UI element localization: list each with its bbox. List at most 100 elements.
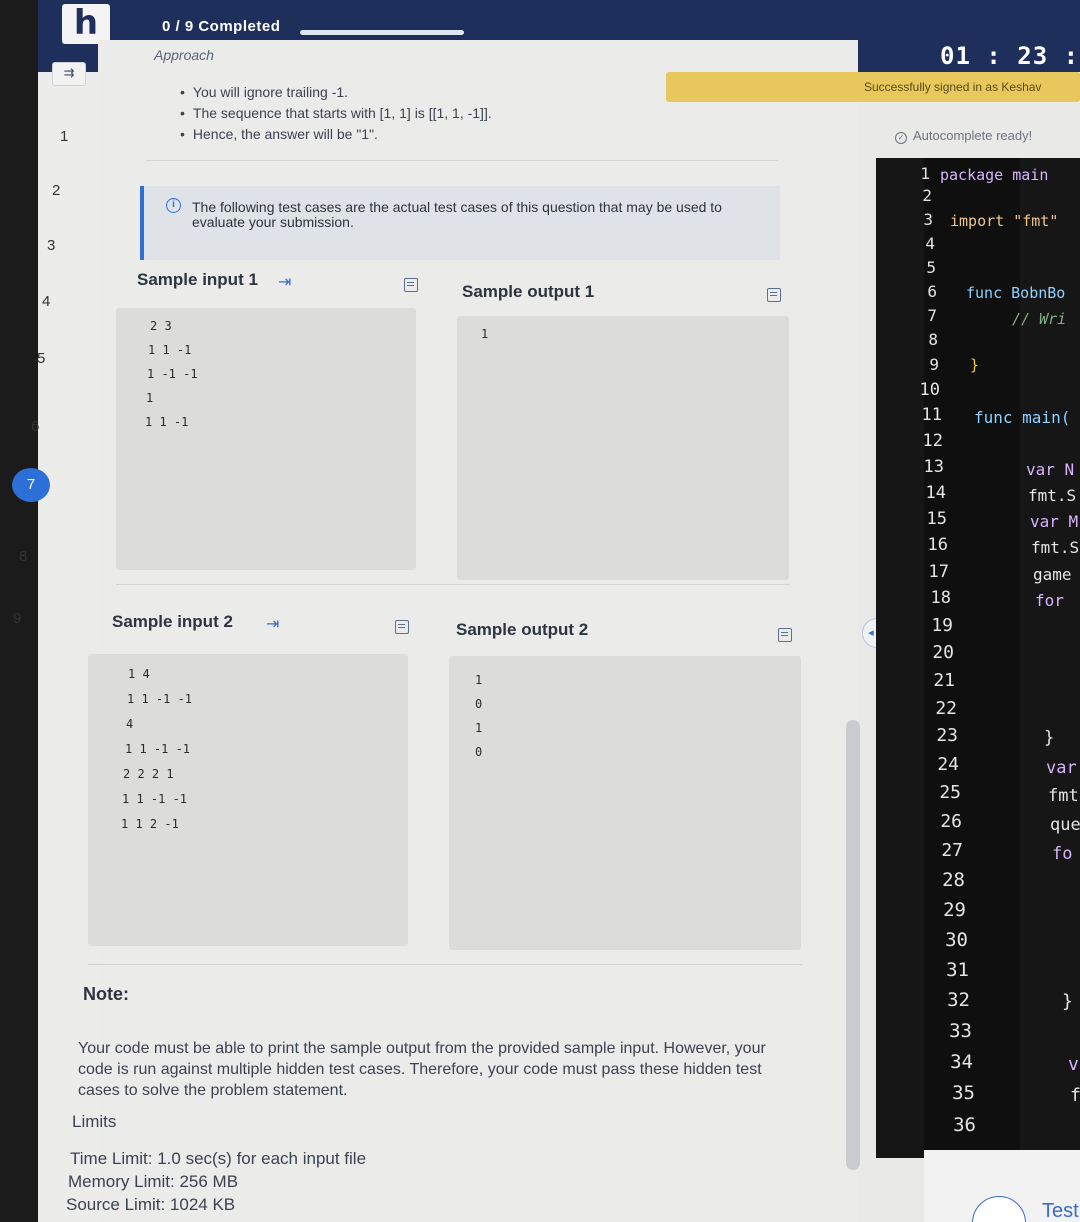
sample-output-1-title: Sample output 1 — [462, 282, 595, 301]
hackerearth-logo[interactable]: h — [62, 4, 110, 44]
code-line: // Wri — [1012, 310, 1067, 328]
code-line: game — [1033, 565, 1072, 584]
collapse-rail-icon[interactable]: ⇉ — [52, 62, 86, 86]
sample-input-2-box: 1 4 1 1 -1 -1 4 1 1 -1 -1 2 2 2 1 1 1 -1… — [88, 654, 408, 946]
open-external-icon[interactable]: ⇥ — [266, 614, 279, 633]
line-number: 34 — [950, 1051, 973, 1073]
approach-bullets: You will ignore trailing -1. The sequenc… — [180, 84, 492, 147]
test-button[interactable]: Test — [1042, 1200, 1079, 1222]
code-line: fmt — [1048, 786, 1079, 806]
code-line: } — [1062, 991, 1073, 1012]
question-4[interactable]: 4 — [42, 293, 50, 310]
question-2[interactable]: 2 — [52, 182, 60, 199]
copy-icon[interactable] — [767, 288, 781, 302]
code-line: var N — [1026, 460, 1075, 479]
line-number: 4 — [925, 234, 935, 253]
info-text: The following test cases are the actual … — [192, 199, 722, 230]
line-number: 7 — [927, 306, 937, 325]
line-number: 8 — [928, 330, 938, 349]
input-line: 4 — [126, 717, 134, 731]
progress-label: 0 / 9 Completed — [162, 18, 281, 35]
approach-bullet: The sequence that starts with [1, 1] is … — [180, 105, 492, 121]
code-line: func BobnBo — [966, 284, 1066, 302]
code-line: f — [1070, 1085, 1080, 1106]
line-number: 27 — [941, 840, 963, 861]
line-number: 12 — [922, 431, 943, 451]
input-line: 2 2 2 1 — [123, 767, 174, 781]
input-line: 1 1 -1 -1 — [127, 692, 193, 706]
approach-bullet: Hence, the answer will be "1". — [180, 126, 492, 142]
copy-icon[interactable] — [404, 278, 418, 292]
line-number: 22 — [935, 698, 957, 719]
sample-output-2-box: 1 0 1 0 — [449, 656, 801, 950]
line-number: 32 — [947, 989, 970, 1011]
line-number: 33 — [949, 1020, 972, 1042]
line-number: 29 — [943, 899, 966, 921]
line-number: 28 — [942, 869, 965, 891]
input-line: 1 1 -1 — [148, 343, 192, 357]
line-number: 35 — [952, 1082, 975, 1104]
check-icon: ✓ — [895, 132, 907, 144]
question-8[interactable]: 8 — [19, 548, 27, 565]
limits-title: Limits — [72, 1112, 117, 1131]
time-limit: Time Limit: 1.0 sec(s) for each input fi… — [70, 1149, 367, 1168]
code-line: v — [1068, 1054, 1079, 1075]
code-line: func main( — [974, 408, 1071, 427]
info-icon: i — [166, 198, 181, 213]
sample-input-2-title: Sample input 2 — [112, 612, 233, 631]
code-line: for — [1035, 591, 1064, 610]
approach-heading: Approach — [154, 47, 214, 63]
question-7-active[interactable]: 7 — [12, 468, 50, 502]
line-number: 18 — [930, 588, 951, 608]
approach-bullet: You will ignore trailing -1. — [180, 84, 492, 100]
code-line: } — [970, 356, 980, 374]
output-line: 1 — [475, 673, 483, 687]
line-number: 21 — [933, 670, 955, 691]
divider — [88, 964, 802, 965]
line-number: 3 — [923, 210, 933, 229]
source-limit: Source Limit: 1024 KB — [66, 1195, 236, 1214]
line-number: 15 — [926, 509, 947, 529]
line-number: 10 — [919, 380, 940, 400]
code-line: que — [1050, 815, 1080, 835]
input-line: 1 1 -1 -1 — [122, 792, 188, 806]
sample-output-1-box: 1 — [457, 316, 789, 580]
code-line: var — [1046, 758, 1077, 778]
line-number: 2 — [922, 186, 932, 205]
line-number: 24 — [937, 754, 959, 775]
line-number: 20 — [932, 642, 954, 663]
line-number: 13 — [923, 457, 944, 477]
sample-input-1-box: 2 3 1 1 -1 1 -1 -1 1 1 1 -1 — [116, 308, 416, 570]
code-line: } — [1044, 728, 1055, 748]
question-5[interactable]: 5 — [37, 350, 45, 367]
divider — [146, 160, 778, 161]
output-line: 1 — [481, 327, 489, 341]
line-number: 11 — [921, 405, 942, 425]
question-9[interactable]: 9 — [13, 610, 21, 627]
line-number: 19 — [931, 615, 953, 636]
code-line: import "fmt" — [950, 212, 1059, 230]
input-line: 1 — [146, 391, 154, 405]
input-line: 1 1 -1 -1 — [125, 742, 191, 756]
line-number: 16 — [927, 535, 948, 555]
code-line: fo — [1052, 844, 1073, 864]
output-line: 0 — [475, 745, 483, 759]
question-1[interactable]: 1 — [60, 128, 68, 145]
line-number: 36 — [953, 1114, 976, 1136]
content-scrollbar[interactable] — [846, 720, 860, 1170]
copy-icon[interactable] — [778, 628, 792, 642]
input-line: 1 -1 -1 — [147, 367, 198, 381]
output-line: 0 — [475, 697, 483, 711]
line-number: 14 — [925, 483, 946, 503]
input-line: 1 4 — [128, 667, 150, 681]
code-line: package main — [940, 166, 1049, 184]
copy-icon[interactable] — [395, 620, 409, 634]
question-3[interactable]: 3 — [47, 237, 55, 254]
output-line: 1 — [475, 721, 483, 735]
line-number: 30 — [945, 929, 968, 951]
line-number: 17 — [928, 562, 949, 582]
line-number: 26 — [940, 811, 962, 832]
open-external-icon[interactable]: ⇥ — [278, 272, 291, 291]
question-6[interactable]: 6 — [31, 418, 39, 435]
code-line: fmt.S — [1028, 486, 1077, 505]
